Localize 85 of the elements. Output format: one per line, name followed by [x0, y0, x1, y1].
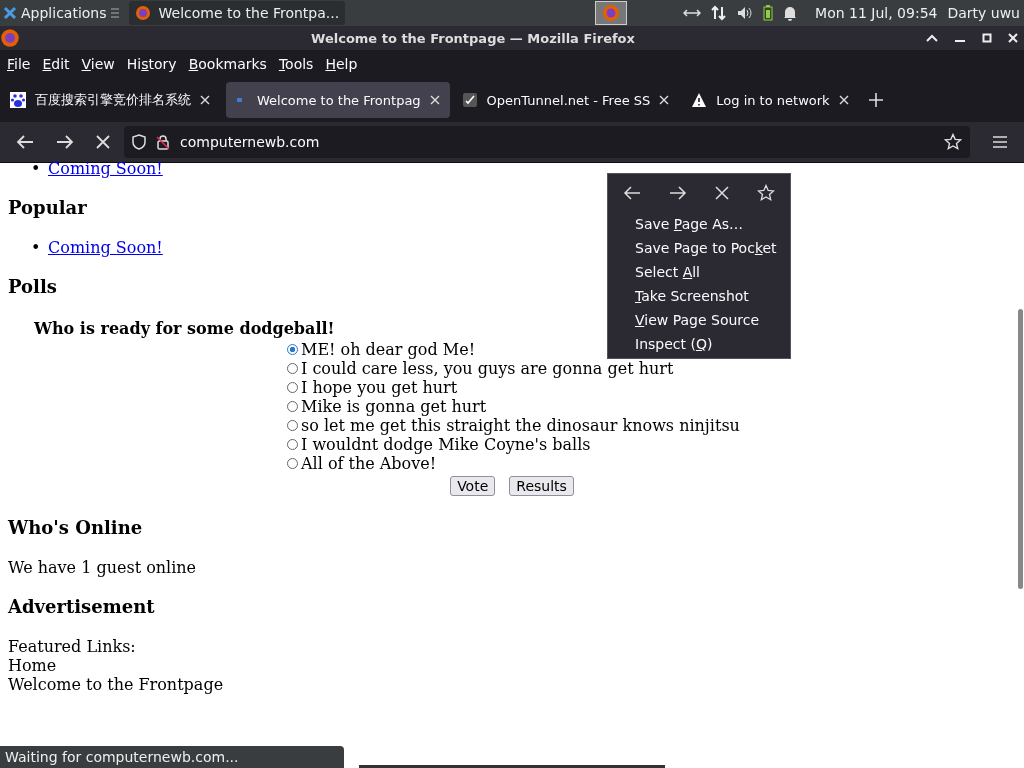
option-label: All of the Above! — [301, 454, 437, 473]
forward-arrow-icon[interactable] — [669, 186, 687, 200]
option-label: ME! oh dear god Me! — [301, 340, 476, 359]
back-arrow-icon[interactable] — [16, 135, 34, 149]
battery-icon[interactable] — [763, 5, 774, 21]
warning-icon — [691, 92, 708, 108]
section-heading: Advertisement — [8, 596, 155, 618]
network-icon[interactable] — [683, 7, 702, 19]
clock[interactable]: Mon 11 Jul, 09:54 — [815, 5, 938, 21]
tab-title: 百度搜索引擎竞价排名系统 — [35, 91, 191, 109]
menu-icon — [110, 7, 119, 19]
menu-item[interactable]: Bookmarks — [188, 56, 267, 72]
new-tab-icon[interactable] — [868, 93, 883, 107]
address-field[interactable]: computernewb.com — [124, 126, 970, 158]
context-menu-item[interactable]: Save Page As… — [608, 212, 790, 236]
menu-item[interactable]: Tools — [278, 56, 314, 72]
menu-item[interactable]: Edit — [42, 56, 70, 72]
back-arrow-icon[interactable] — [623, 186, 641, 200]
featured-link-text: Welcome to the Frontpage — [8, 675, 225, 694]
close-icon[interactable] — [1008, 33, 1018, 43]
bullet: • — [31, 238, 42, 257]
bell-icon[interactable] — [783, 5, 798, 21]
section-heading: Who's Online — [8, 517, 143, 539]
restore-icon[interactable] — [982, 33, 992, 43]
forward-arrow-icon[interactable] — [56, 135, 74, 149]
menu-icon[interactable] — [992, 135, 1008, 149]
link[interactable]: Coming Soon! — [48, 238, 163, 257]
context-menu-item[interactable]: Inspect (Q) — [608, 332, 790, 356]
maximize-caret-icon[interactable] — [926, 33, 938, 43]
volume-icon[interactable] — [737, 6, 754, 20]
section-heading: Popular — [8, 197, 87, 219]
section-heading: Polls — [8, 276, 57, 298]
option-label: Mike is gonna get hurt — [301, 397, 487, 416]
window-title: Welcome to the Frontpage — Mozilla Firefox — [310, 30, 636, 46]
stop-icon[interactable] — [715, 186, 729, 200]
browser-tab[interactable]: 百度搜索引擎竞价排名系统 — [4, 82, 220, 118]
star-icon[interactable] — [944, 133, 962, 151]
browser-tab[interactable]: Log in to network — [685, 82, 859, 118]
close-icon[interactable] — [200, 95, 210, 105]
menu-item[interactable]: History — [126, 56, 177, 72]
shield-icon[interactable] — [132, 134, 146, 150]
featured-link-text: Featured Links: — [8, 637, 137, 656]
close-icon[interactable] — [659, 95, 670, 105]
link[interactable]: Coming Soon! — [48, 159, 163, 178]
featured-link-text: Home — [8, 656, 58, 675]
applications-menu[interactable]: Applications — [0, 5, 107, 21]
taskbar-window-button[interactable]: Welcome to the Frontpa... — [128, 1, 346, 25]
context-menu-item[interactable]: Take Screenshot — [608, 284, 790, 308]
option-label: I wouldnt dodge Mike Coyne's balls — [301, 435, 591, 454]
context-menu-item[interactable]: Select All — [608, 260, 790, 284]
lock-icon[interactable] — [156, 134, 170, 150]
paw-icon — [10, 92, 26, 108]
status-bar: Waiting for computernewb.com... — [0, 746, 344, 768]
option-label: I could care less, you guys are gonna get hurt — [301, 359, 674, 378]
context-menu-item[interactable]: Save Page to Pocket — [608, 236, 790, 260]
tab-title: Welcome to the Frontpag — [257, 92, 421, 108]
tab-title: Log in to network — [716, 92, 830, 108]
user-name[interactable]: Darty uwu — [947, 5, 1020, 21]
context-menu-item[interactable]: View Page Source — [608, 308, 790, 332]
menu-item[interactable]: Help — [325, 56, 358, 72]
option-label: I hope you get hurt — [301, 378, 458, 397]
close-icon[interactable] — [838, 95, 849, 105]
firefox-tray-button[interactable] — [595, 1, 628, 25]
star-icon[interactable] — [757, 184, 775, 202]
online-text: We have 1 guest online — [8, 558, 198, 577]
stop-icon[interactable] — [96, 135, 110, 149]
firefox-icon — [134, 5, 151, 21]
menu-item[interactable]: View — [81, 56, 115, 72]
menu-item[interactable]: File — [7, 56, 31, 72]
firefox-icon — [602, 4, 621, 22]
checkmark-icon — [461, 92, 478, 108]
scrollbar-thumb[interactable] — [1018, 309, 1023, 589]
close-icon[interactable] — [429, 95, 440, 105]
poll-button[interactable]: Vote — [450, 476, 496, 496]
radio-button[interactable] — [287, 344, 298, 355]
browser-tab[interactable]: OpenTunnel.net - Free SS — [455, 82, 680, 118]
tab-title: OpenTunnel.net - Free SS — [486, 92, 651, 108]
poll-button[interactable]: Results — [509, 476, 574, 496]
option-label: so let me get this straight the dinosaur knows ninjitsu — [301, 416, 740, 435]
poll-question: Who is ready for some dodgeball! — [33, 319, 335, 338]
x-logo-icon — [3, 6, 17, 20]
firefox-icon — [0, 28, 20, 48]
bullet: • — [31, 159, 42, 178]
browser-tab[interactable]: Welcome to the Frontpag — [226, 82, 450, 118]
transfer-arrows-icon[interactable] — [711, 5, 728, 21]
